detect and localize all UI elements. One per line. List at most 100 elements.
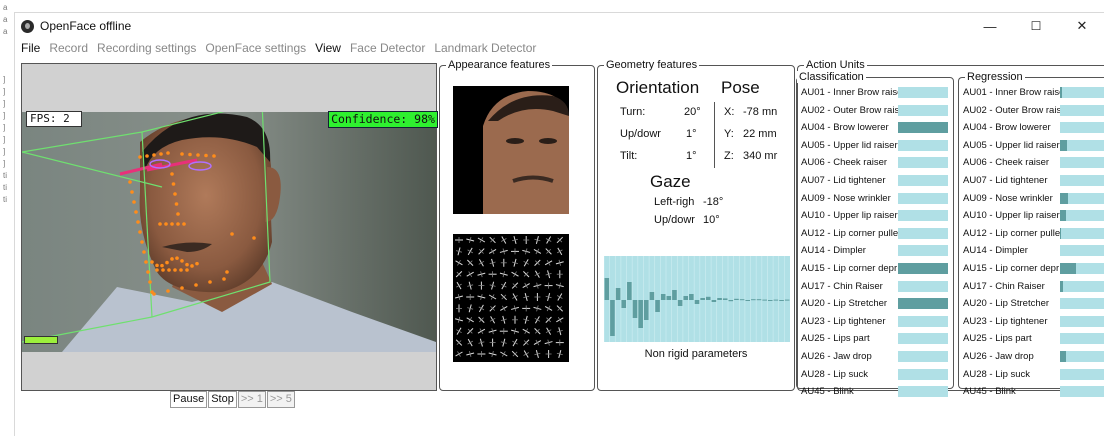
au-bar-background (898, 104, 948, 116)
landmark-point (176, 212, 180, 216)
background-strip-char: ] (3, 87, 6, 96)
gaze-lr-value: -18° (703, 196, 724, 208)
au-label: AU06 - Cheek raiser (801, 157, 888, 169)
minimize-button[interactable]: — (967, 13, 1013, 39)
au-row: AU23 - Lip tightener (963, 315, 1104, 329)
au-label: AU04 - Brow lowerer (963, 122, 1051, 134)
landmark-point (159, 152, 163, 156)
pause-button[interactable]: Pause (170, 391, 208, 408)
au-bar-background (1060, 104, 1104, 116)
menu-record[interactable]: Record (49, 41, 88, 55)
landmark-point (194, 283, 198, 287)
au-row: AU07 - Lid tightener (801, 174, 953, 188)
menu-openface-settings[interactable]: OpenFace settings (205, 41, 306, 55)
landmark-point (134, 210, 138, 214)
nonrigid-bar (739, 299, 745, 301)
stop-button[interactable]: Stop (208, 391, 237, 408)
menu-recording-settings[interactable]: Recording settings (97, 41, 196, 55)
au-bar-fill (1060, 87, 1062, 98)
au-label: AU28 - Lip suck (963, 368, 1031, 380)
menu-landmark-detector[interactable]: Landmark Detector (434, 41, 536, 55)
au-bar-background (898, 139, 948, 151)
menu-face-detector[interactable]: Face Detector (350, 41, 425, 55)
nonrigid-bar (762, 299, 767, 301)
au-label: AU17 - Chin Raiser (801, 280, 883, 292)
nonrigid-bar (717, 298, 722, 300)
au-bar-background (898, 386, 948, 398)
landmark-point (136, 220, 140, 224)
au-row: AU25 - Lips part (801, 332, 953, 346)
landmark-point (167, 268, 171, 272)
nonrigid-bar (683, 296, 689, 300)
landmark-point (145, 154, 149, 158)
menu-view[interactable]: View (315, 41, 341, 55)
nonrigid-bar (689, 294, 694, 300)
nonrigid-bar (734, 298, 739, 300)
au-bar-background (1060, 175, 1104, 186)
au-row: AU07 - Lid tightener (963, 174, 1104, 188)
turn-value: 20° (684, 106, 701, 118)
au-label: AU15 - Lip corner depr (801, 263, 898, 274)
progress-bar (24, 336, 58, 344)
classification-title: Classification (797, 71, 866, 83)
au-bar-fill (1060, 192, 1069, 204)
background-strip-char (0, 62, 14, 74)
au-label: AU07 - Lid tightener (801, 175, 886, 186)
pose-y-value: 22 mm (743, 128, 777, 140)
action-units-title: Action Units (804, 59, 867, 71)
landmark-point (148, 280, 152, 284)
skip-1-button[interactable]: >> 1 (237, 391, 266, 408)
au-bar-background (898, 227, 948, 239)
non-rigid-title: Non rigid parameters (644, 348, 748, 360)
classification-group: Classification AU01 - Inner Brow raise AU… (796, 71, 954, 398)
background-strip-char: ti (3, 183, 7, 192)
landmark-point (204, 153, 208, 158)
au-row: AU23 - Lip tightener (801, 315, 953, 329)
background-strip-char: ] (3, 75, 6, 84)
tilt-label: Tilt: (620, 150, 638, 162)
au-bar-background (898, 351, 948, 362)
classification-list: AU01 - Inner Brow raise AU02 - Outer Brow… (801, 86, 953, 398)
au-bar-fill (1060, 227, 1062, 239)
au-bar-background (1060, 298, 1104, 310)
nonrigid-bar (756, 299, 762, 301)
landmark-point (185, 268, 189, 272)
close-button[interactable]: ✕ (1059, 13, 1104, 39)
au-row: AU10 - Upper lip raiser (801, 209, 953, 223)
au-label: AU05 - Upper lid raiser (801, 139, 898, 151)
menu-bar: File Record Recording settings OpenFace … (15, 39, 545, 57)
au-row: AU06 - Cheek raiser (963, 156, 1104, 170)
gaze-title: Gaze (650, 172, 691, 191)
au-label: AU09 - Nose wrinkler (801, 192, 891, 204)
au-bar-fill (898, 122, 948, 134)
nonrigid-bar (649, 292, 655, 300)
nonrigid-bar (615, 288, 621, 300)
au-bar-fill (1060, 263, 1077, 274)
nonrigid-bar (705, 296, 711, 300)
landmark-point (176, 222, 180, 226)
menu-file[interactable]: File (21, 41, 40, 55)
background-strip-char: ] (3, 135, 6, 144)
background-strip-char: ti (3, 195, 7, 204)
au-bar-background (898, 333, 948, 345)
au-bar-background (898, 245, 948, 257)
openface-app-icon (21, 19, 34, 33)
au-bar-fill (898, 263, 948, 274)
au-label: AU20 - Lip Stretcher (963, 298, 1050, 310)
au-bar-background (1060, 386, 1104, 398)
au-row: AU28 - Lip suck (963, 368, 1104, 382)
landmark-point (128, 180, 132, 184)
au-label: AU01 - Inner Brow raise (801, 87, 898, 98)
landmark-point (230, 232, 234, 236)
au-bar-background (1060, 122, 1104, 134)
au-bar-fill (1060, 139, 1067, 151)
maximize-button[interactable]: ☐ (1013, 13, 1059, 39)
skip-5-button[interactable]: >> 5 (266, 391, 295, 408)
landmark-point (132, 200, 136, 204)
landmark-point (188, 152, 192, 157)
landmark-point (142, 250, 146, 254)
au-label: AU25 - Lips part (801, 333, 870, 345)
au-label: AU12 - Lip corner pulle (963, 227, 1060, 239)
nonrigid-bar (677, 300, 683, 306)
nonrigid-bar (700, 298, 705, 300)
